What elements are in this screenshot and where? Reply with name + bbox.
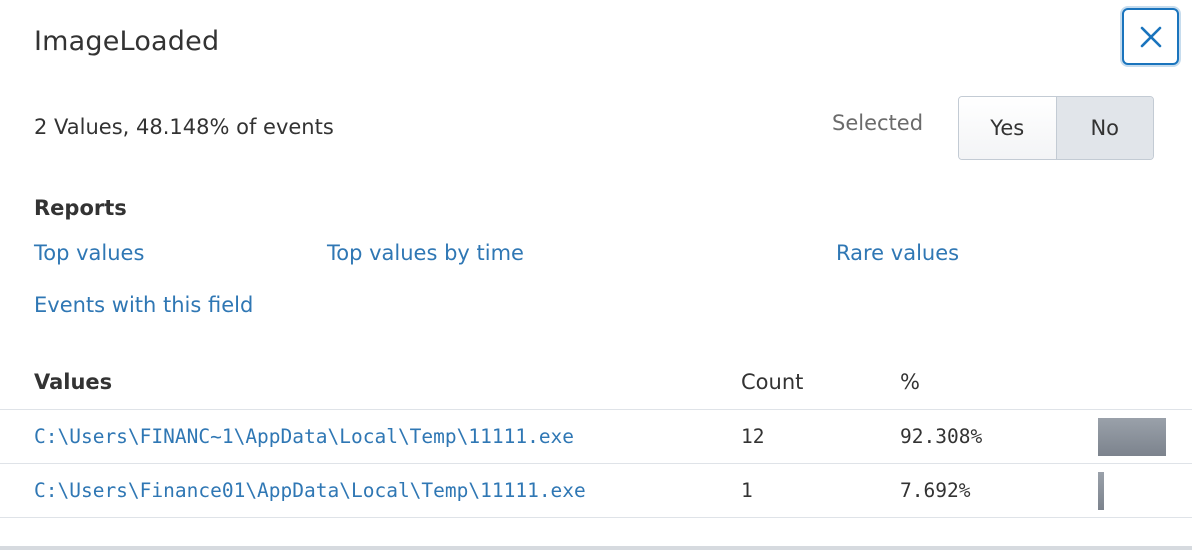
values-summary: 2 Values, 48.148% of events bbox=[34, 115, 334, 139]
percent-column-header: % bbox=[900, 370, 920, 394]
events-with-field-link[interactable]: Events with this field bbox=[34, 293, 253, 317]
rare-values-link[interactable]: Rare values bbox=[836, 241, 959, 265]
reports-heading: Reports bbox=[34, 196, 127, 220]
table-row-bar bbox=[1098, 418, 1172, 456]
table-row-count: 1 bbox=[741, 479, 753, 502]
selected-yes-button[interactable]: Yes bbox=[959, 97, 1057, 159]
table-row-bar bbox=[1098, 472, 1172, 510]
selected-no-button[interactable]: No bbox=[1056, 97, 1153, 159]
table-divider bbox=[0, 409, 1192, 410]
table-row-value[interactable]: C:\Users\FINANC~1\AppData\Local\Temp\111… bbox=[34, 425, 574, 448]
close-button[interactable] bbox=[1122, 8, 1179, 65]
table-row-value[interactable]: C:\Users\Finance01\AppData\Local\Temp\11… bbox=[34, 479, 586, 502]
close-icon bbox=[1140, 26, 1161, 47]
table-divider bbox=[0, 517, 1192, 518]
table-row-bar-fill bbox=[1098, 472, 1104, 510]
table-row-count: 12 bbox=[741, 425, 765, 448]
bottom-border bbox=[0, 546, 1192, 550]
table-row-bar-fill bbox=[1098, 418, 1166, 456]
table-row-percent: 7.692% bbox=[900, 479, 971, 502]
top-values-by-time-link[interactable]: Top values by time bbox=[327, 241, 524, 265]
selected-label: Selected bbox=[832, 111, 924, 135]
selected-toggle: Yes No bbox=[958, 96, 1154, 160]
count-column-header: Count bbox=[741, 370, 804, 394]
top-values-link[interactable]: Top values bbox=[34, 241, 144, 265]
table-divider bbox=[0, 463, 1192, 464]
values-column-header: Values bbox=[34, 370, 113, 394]
dialog-title: ImageLoaded bbox=[34, 26, 220, 57]
table-row-percent: 92.308% bbox=[900, 425, 983, 448]
field-summary-dialog: ImageLoaded 2 Values, 48.148% of events … bbox=[0, 0, 1192, 550]
